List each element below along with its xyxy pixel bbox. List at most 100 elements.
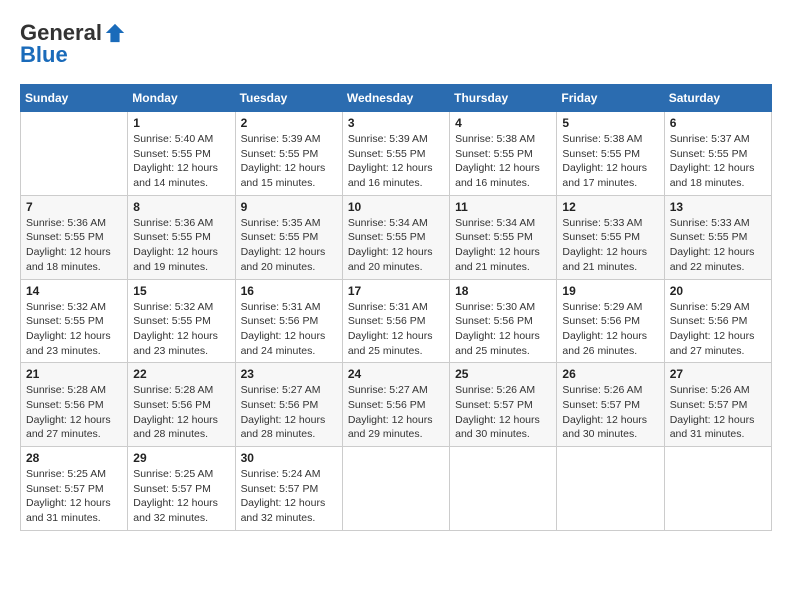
calendar-cell [21,112,128,196]
day-number: 13 [670,200,766,214]
day-detail: Sunrise: 5:31 AM Sunset: 5:56 PM Dayligh… [241,300,337,359]
day-detail: Sunrise: 5:25 AM Sunset: 5:57 PM Dayligh… [26,467,122,526]
day-detail: Sunrise: 5:26 AM Sunset: 5:57 PM Dayligh… [670,383,766,442]
day-number: 6 [670,116,766,130]
calendar-day-header: Monday [128,85,235,112]
day-number: 22 [133,367,229,381]
day-number: 26 [562,367,658,381]
day-detail: Sunrise: 5:32 AM Sunset: 5:55 PM Dayligh… [26,300,122,359]
page-header: General Blue [20,20,772,68]
calendar-cell: 13 Sunrise: 5:33 AM Sunset: 5:55 PM Dayli… [664,195,771,279]
calendar-cell: 23 Sunrise: 5:27 AM Sunset: 5:56 PM Dayli… [235,363,342,447]
day-number: 24 [348,367,444,381]
calendar-cell: 27Sunrise: 5:26 AM Sunset: 5:57 PM Dayli… [664,363,771,447]
calendar-cell: 15 Sunrise: 5:32 AM Sunset: 5:55 PM Dayli… [128,279,235,363]
day-detail: Sunrise: 5:38 AM Sunset: 5:55 PM Dayligh… [455,132,551,191]
day-number: 19 [562,284,658,298]
calendar-cell: 6 Sunrise: 5:37 AM Sunset: 5:55 PM Daylig… [664,112,771,196]
calendar-day-header: Thursday [450,85,557,112]
calendar-cell: 7 Sunrise: 5:36 AM Sunset: 5:55 PM Daylig… [21,195,128,279]
calendar-cell: 14 Sunrise: 5:32 AM Sunset: 5:55 PM Dayli… [21,279,128,363]
day-number: 3 [348,116,444,130]
logo: General Blue [20,20,128,68]
calendar-cell: 24 Sunrise: 5:27 AM Sunset: 5:56 PM Dayli… [342,363,449,447]
day-number: 20 [670,284,766,298]
calendar-cell: 30 Sunrise: 5:24 AM Sunset: 5:57 PM Dayli… [235,447,342,531]
day-detail: Sunrise: 5:27 AM Sunset: 5:56 PM Dayligh… [241,383,337,442]
day-detail: Sunrise: 5:34 AM Sunset: 5:55 PM Dayligh… [348,216,444,275]
day-detail: Sunrise: 5:33 AM Sunset: 5:55 PM Dayligh… [670,216,766,275]
calendar-header-row: SundayMondayTuesdayWednesdayThursdayFrid… [21,85,772,112]
calendar-cell: 4 Sunrise: 5:38 AM Sunset: 5:55 PM Daylig… [450,112,557,196]
calendar-cell: 5 Sunrise: 5:38 AM Sunset: 5:55 PM Daylig… [557,112,664,196]
calendar-cell [557,447,664,531]
calendar-cell [342,447,449,531]
day-detail: Sunrise: 5:31 AM Sunset: 5:56 PM Dayligh… [348,300,444,359]
calendar-week-row: 1 Sunrise: 5:40 AM Sunset: 5:55 PM Daylig… [21,112,772,196]
calendar-week-row: 14 Sunrise: 5:32 AM Sunset: 5:55 PM Dayli… [21,279,772,363]
calendar-cell: 19 Sunrise: 5:29 AM Sunset: 5:56 PM Dayli… [557,279,664,363]
day-detail: Sunrise: 5:40 AM Sunset: 5:55 PM Dayligh… [133,132,229,191]
day-number: 12 [562,200,658,214]
day-detail: Sunrise: 5:26 AM Sunset: 5:57 PM Dayligh… [562,383,658,442]
day-number: 8 [133,200,229,214]
calendar-cell: 8 Sunrise: 5:36 AM Sunset: 5:55 PM Daylig… [128,195,235,279]
calendar-cell: 12 Sunrise: 5:33 AM Sunset: 5:55 PM Dayli… [557,195,664,279]
day-number: 21 [26,367,122,381]
day-number: 9 [241,200,337,214]
day-detail: Sunrise: 5:32 AM Sunset: 5:55 PM Dayligh… [133,300,229,359]
calendar-cell: 18 Sunrise: 5:30 AM Sunset: 5:56 PM Dayli… [450,279,557,363]
calendar-cell: 1 Sunrise: 5:40 AM Sunset: 5:55 PM Daylig… [128,112,235,196]
day-detail: Sunrise: 5:33 AM Sunset: 5:55 PM Dayligh… [562,216,658,275]
day-number: 25 [455,367,551,381]
day-number: 17 [348,284,444,298]
day-detail: Sunrise: 5:36 AM Sunset: 5:55 PM Dayligh… [26,216,122,275]
calendar-cell: 16 Sunrise: 5:31 AM Sunset: 5:56 PM Dayli… [235,279,342,363]
calendar-table: SundayMondayTuesdayWednesdayThursdayFrid… [20,84,772,531]
day-detail: Sunrise: 5:28 AM Sunset: 5:56 PM Dayligh… [26,383,122,442]
calendar-cell: 26 Sunrise: 5:26 AM Sunset: 5:57 PM Dayli… [557,363,664,447]
day-number: 30 [241,451,337,465]
calendar-week-row: 7 Sunrise: 5:36 AM Sunset: 5:55 PM Daylig… [21,195,772,279]
calendar-day-header: Wednesday [342,85,449,112]
calendar-cell: 17 Sunrise: 5:31 AM Sunset: 5:56 PM Dayli… [342,279,449,363]
calendar-cell: 9 Sunrise: 5:35 AM Sunset: 5:55 PM Daylig… [235,195,342,279]
day-detail: Sunrise: 5:28 AM Sunset: 5:56 PM Dayligh… [133,383,229,442]
day-number: 28 [26,451,122,465]
day-detail: Sunrise: 5:25 AM Sunset: 5:57 PM Dayligh… [133,467,229,526]
day-detail: Sunrise: 5:37 AM Sunset: 5:55 PM Dayligh… [670,132,766,191]
calendar-day-header: Tuesday [235,85,342,112]
calendar-cell [664,447,771,531]
day-number: 5 [562,116,658,130]
day-detail: Sunrise: 5:30 AM Sunset: 5:56 PM Dayligh… [455,300,551,359]
day-number: 4 [455,116,551,130]
day-number: 18 [455,284,551,298]
day-number: 2 [241,116,337,130]
calendar-cell: 11 Sunrise: 5:34 AM Sunset: 5:55 PM Dayli… [450,195,557,279]
calendar-day-header: Saturday [664,85,771,112]
day-number: 16 [241,284,337,298]
calendar-cell: 28 Sunrise: 5:25 AM Sunset: 5:57 PM Dayli… [21,447,128,531]
day-detail: Sunrise: 5:29 AM Sunset: 5:56 PM Dayligh… [562,300,658,359]
calendar-cell: 3 Sunrise: 5:39 AM Sunset: 5:55 PM Daylig… [342,112,449,196]
day-detail: Sunrise: 5:24 AM Sunset: 5:57 PM Dayligh… [241,467,337,526]
day-detail: Sunrise: 5:35 AM Sunset: 5:55 PM Dayligh… [241,216,337,275]
day-number: 23 [241,367,337,381]
day-detail: Sunrise: 5:34 AM Sunset: 5:55 PM Dayligh… [455,216,551,275]
day-detail: Sunrise: 5:36 AM Sunset: 5:55 PM Dayligh… [133,216,229,275]
calendar-week-row: 28 Sunrise: 5:25 AM Sunset: 5:57 PM Dayli… [21,447,772,531]
day-number: 15 [133,284,229,298]
day-detail: Sunrise: 5:27 AM Sunset: 5:56 PM Dayligh… [348,383,444,442]
day-detail: Sunrise: 5:39 AM Sunset: 5:55 PM Dayligh… [348,132,444,191]
calendar-cell [450,447,557,531]
day-detail: Sunrise: 5:39 AM Sunset: 5:55 PM Dayligh… [241,132,337,191]
day-number: 11 [455,200,551,214]
day-number: 1 [133,116,229,130]
calendar-cell: 22 Sunrise: 5:28 AM Sunset: 5:56 PM Dayli… [128,363,235,447]
day-detail: Sunrise: 5:38 AM Sunset: 5:55 PM Dayligh… [562,132,658,191]
day-number: 14 [26,284,122,298]
logo-blue-text: Blue [20,42,68,68]
day-number: 7 [26,200,122,214]
calendar-cell: 29Sunrise: 5:25 AM Sunset: 5:57 PM Dayli… [128,447,235,531]
calendar-day-header: Sunday [21,85,128,112]
